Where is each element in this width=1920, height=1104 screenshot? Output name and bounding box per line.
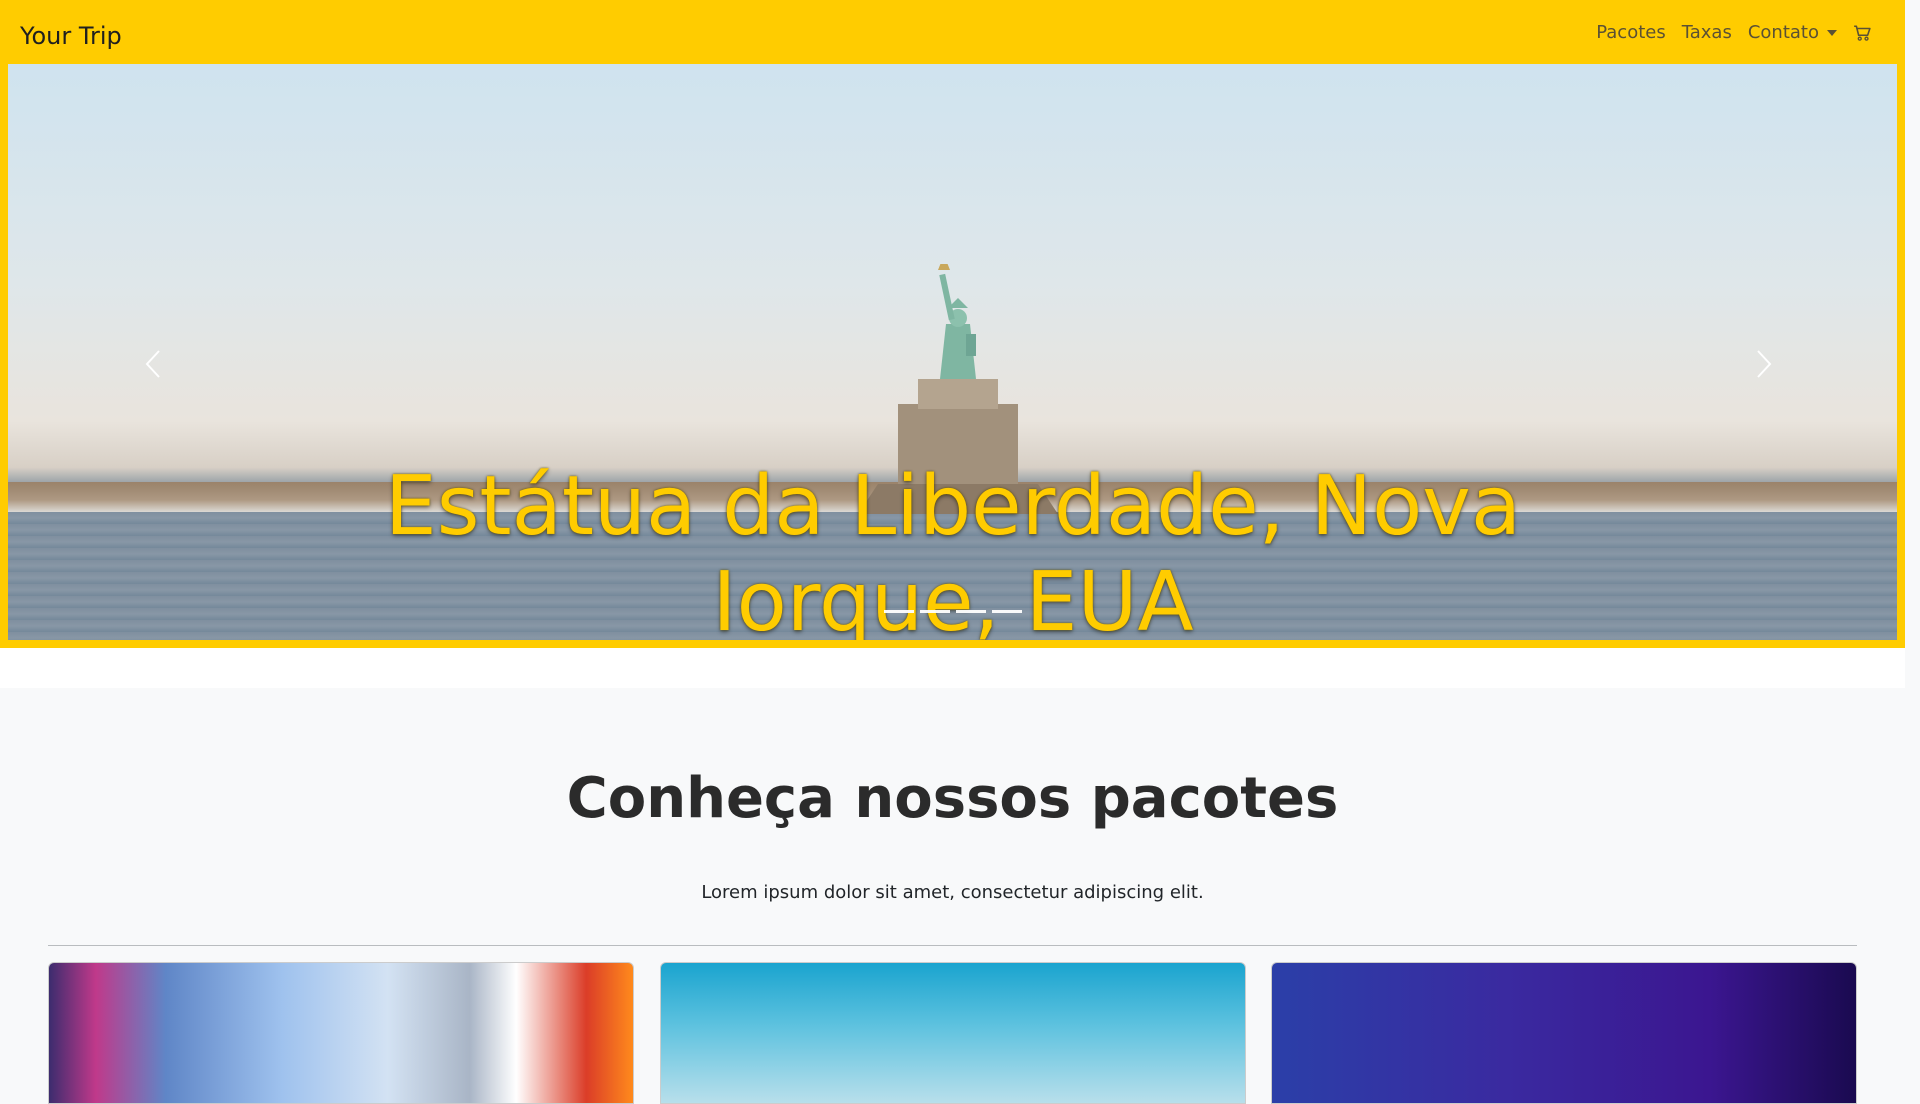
package-card-mountain[interactable] (660, 962, 1246, 1104)
nav-link-taxas[interactable]: Taxas (1674, 22, 1740, 43)
nav-link-pacotes[interactable]: Pacotes (1588, 22, 1674, 43)
package-card-city-night[interactable] (1271, 962, 1857, 1104)
hero-carousel: Estátua da Liberdade, Nova Iorque, EUA (8, 64, 1897, 640)
packages-subtitle: Lorem ipsum dolor sit amet, consectetur … (701, 882, 1204, 903)
carousel-next-button[interactable] (1744, 334, 1784, 394)
packages-title: Conheça nossos pacotes (566, 766, 1339, 831)
section-divider (48, 945, 1857, 946)
nav-dropdown-contato-label: Contato (1747, 22, 1819, 43)
brand-logo-link[interactable]: Your Trip (20, 22, 122, 50)
nav-links: Pacotes Taxas Contato (1588, 22, 1879, 43)
cart-icon (1854, 24, 1871, 41)
carousel-indicator-4[interactable] (992, 610, 1022, 613)
section-spacer (0, 648, 1905, 688)
cart-button[interactable] (1845, 24, 1879, 42)
chevron-right-icon (1757, 350, 1772, 378)
nav-dropdown-contato[interactable]: Contato (1740, 22, 1845, 43)
navbar: Your Trip Pacotes Taxas Contato (0, 0, 1905, 64)
carousel-indicator-1[interactable] (884, 610, 914, 613)
package-card-times-square[interactable] (48, 962, 634, 1104)
carousel-indicator-2[interactable] (920, 610, 950, 613)
packages-section: Conheça nossos pacotes Lorem ipsum dolor… (0, 688, 1905, 1104)
carousel-prev-button[interactable] (133, 334, 173, 394)
caret-down-icon (1827, 30, 1837, 36)
chevron-left-icon (145, 350, 160, 378)
carousel-indicators (884, 610, 1022, 613)
carousel-indicator-3[interactable] (956, 610, 986, 613)
hero-carousel-frame: Estátua da Liberdade, Nova Iorque, EUA (0, 64, 1905, 648)
